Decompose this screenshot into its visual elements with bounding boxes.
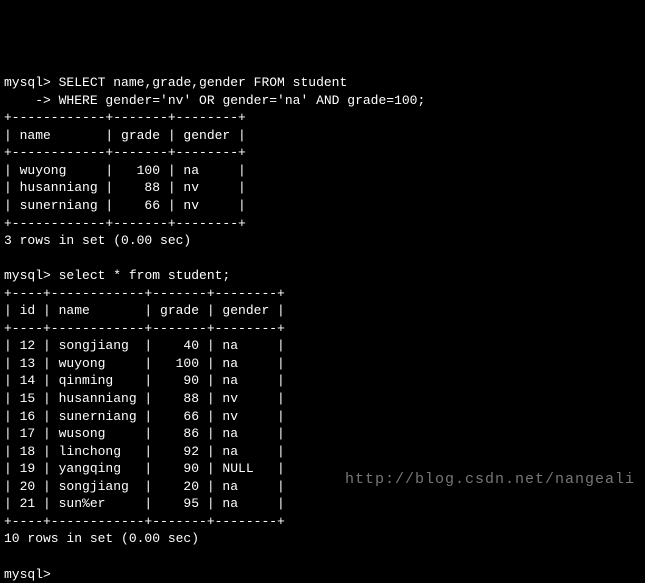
table2-header: | id | name | grade | gender | <box>4 303 285 318</box>
query2: select * from student; <box>59 268 231 283</box>
table2-row: | 18 | linchong | 92 | na | <box>4 444 285 459</box>
table1-row: | wuyong | 100 | na | <box>4 163 246 178</box>
table1-row: | husanniang | 88 | nv | <box>4 180 246 195</box>
table2-row: | 14 | qinming | 90 | na | <box>4 373 285 388</box>
table1-footer: 3 rows in set (0.00 sec) <box>4 233 191 248</box>
table1-sep-bot: +------------+-------+--------+ <box>4 216 246 231</box>
table2-row: | 20 | songjiang | 20 | na | <box>4 479 285 494</box>
table2-sep-mid: +----+------------+-------+--------+ <box>4 321 285 336</box>
table2-row: | 16 | sunerniang | 66 | nv | <box>4 409 285 424</box>
watermark: http://blog.csdn.net/nangeali <box>345 470 635 490</box>
table1-sep-top: +------------+-------+--------+ <box>4 110 246 125</box>
table2-row: | 21 | sun%er | 95 | na | <box>4 496 285 511</box>
mysql-prompt: mysql> <box>4 75 51 90</box>
query1-line2: WHERE gender='nv' OR gender='na' AND gra… <box>59 93 426 108</box>
table2-row: | 17 | wusong | 86 | na | <box>4 426 285 441</box>
table1-sep-mid: +------------+-------+--------+ <box>4 145 246 160</box>
table2-row: | 15 | husanniang | 88 | nv | <box>4 391 285 406</box>
table2-footer: 10 rows in set (0.00 sec) <box>4 531 199 546</box>
table1-header: | name | grade | gender | <box>4 128 246 143</box>
table2-sep-top: +----+------------+-------+--------+ <box>4 286 285 301</box>
continuation-prompt: -> <box>4 93 51 108</box>
mysql-prompt: mysql> <box>4 268 51 283</box>
table1-row: | sunerniang | 66 | nv | <box>4 198 246 213</box>
mysql-prompt-final[interactable]: mysql> <box>4 567 51 582</box>
table2-sep-bot: +----+------------+-------+--------+ <box>4 514 285 529</box>
table2-row: | 13 | wuyong | 100 | na | <box>4 356 285 371</box>
query1-line1: SELECT name,grade,gender FROM student <box>59 75 348 90</box>
table2-row: | 12 | songjiang | 40 | na | <box>4 338 285 353</box>
table2-row: | 19 | yangqing | 90 | NULL | <box>4 461 285 476</box>
